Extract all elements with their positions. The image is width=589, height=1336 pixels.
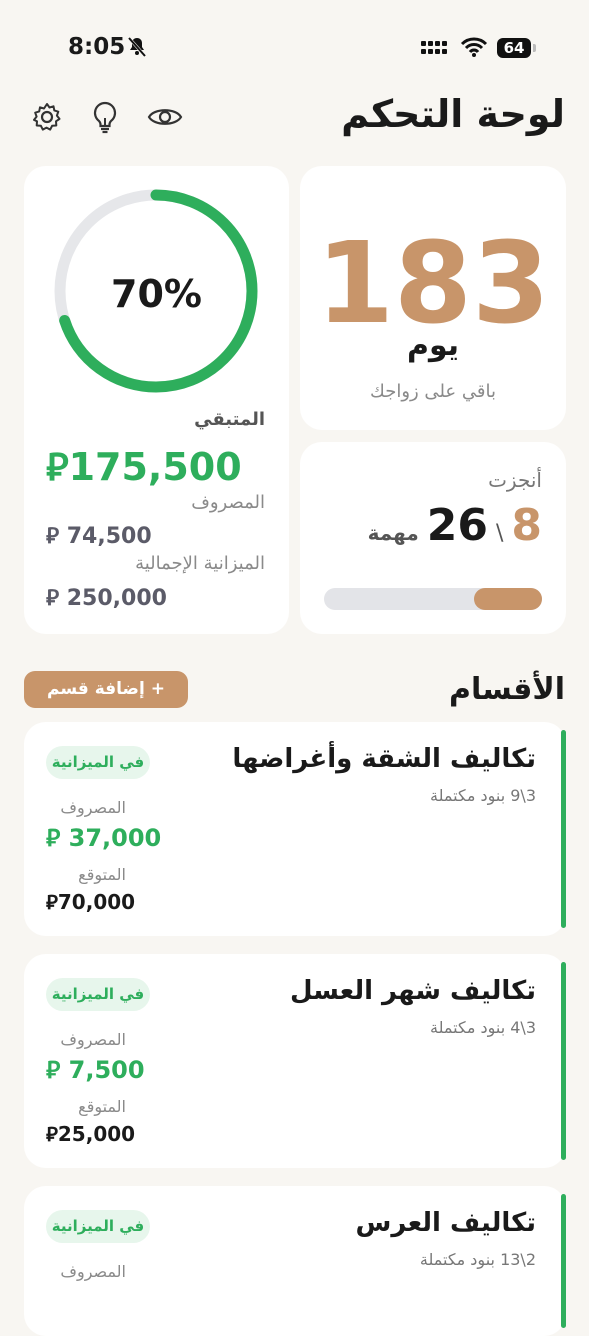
riyal-icon: ⃁ (46, 890, 58, 914)
remaining-label: المتبقي (194, 409, 265, 430)
tasks-done: 8 (511, 500, 542, 551)
riyal-icon: ⃁ (46, 1122, 58, 1146)
bell-muted-icon (126, 36, 148, 62)
days-card: 183 يوم باقي على زواجك (300, 166, 566, 430)
budget-card: 70% المتبقي ⃁175,500 المصروف ⃁ 74,500 ال… (24, 166, 289, 634)
category-progress-text: 3\9 بنود مكتملة (430, 786, 536, 805)
battery-icon: 64 (497, 38, 531, 58)
tasks-count: مهمة 26 \ 8 (368, 500, 542, 551)
wifi-icon (460, 36, 488, 62)
expected-value: ⃁70,000 (46, 890, 136, 914)
spent-label: المصروف (60, 1262, 126, 1281)
tasks-unit: مهمة (367, 521, 419, 545)
category-name: تكاليف العرس (355, 1208, 536, 1238)
remaining-value: ⃁175,500 (46, 445, 242, 489)
riyal-icon: ⃁ (46, 824, 69, 852)
battery-cap (533, 44, 536, 52)
budget-percent: 70% (111, 272, 202, 316)
tasks-total: 26 (426, 500, 488, 551)
eye-icon[interactable] (146, 100, 184, 134)
expected-value: ⃁25,000 (46, 1122, 136, 1146)
tasks-progress-bar (324, 588, 542, 610)
spent-label: المصروف (60, 1030, 126, 1049)
category-progress-text: 2\13 بنود مكتملة (419, 1250, 536, 1269)
status-badge: في الميزانية (46, 1210, 150, 1243)
status-time: 8:05 (68, 34, 126, 60)
sections-title: الأقسام (448, 672, 565, 707)
spent-value: ⃁ 74,500 (46, 524, 152, 549)
page-title: لوحة التحكم (341, 92, 565, 136)
category-name: تكاليف شهر العسل (289, 976, 536, 1006)
category-card[interactable]: تكاليف شهر العسل 3\4 بنود مكتملة في المي… (24, 954, 566, 1168)
tasks-done-label: أنجزت (488, 468, 542, 492)
category-accent-bar (561, 962, 566, 1160)
expected-label: المتوقع (78, 865, 126, 884)
total-budget-label: الميزانية الإجمالية (135, 553, 265, 574)
lightbulb-icon[interactable] (88, 100, 122, 134)
riyal-icon: ⃁ (46, 586, 67, 611)
category-accent-bar (561, 730, 566, 928)
cellular-signal-icon (420, 38, 450, 62)
spent-value: ⃁ 37,000 (46, 824, 162, 852)
riyal-icon: ⃁ (46, 524, 67, 549)
days-number: 183 (316, 219, 550, 349)
tasks-progress-fill (474, 588, 542, 610)
riyal-icon: ⃁ (46, 1056, 69, 1084)
spent-label: المصروف (191, 492, 265, 513)
status-badge: في الميزانية (46, 746, 150, 779)
category-card[interactable]: تكاليف العرس 2\13 بنود مكتملة في الميزان… (24, 1186, 566, 1336)
category-card[interactable]: تكاليف الشقة وأغراضها 3\9 بنود مكتملة في… (24, 722, 566, 936)
riyal-icon: ⃁ (46, 445, 69, 489)
tasks-separator: \ (495, 521, 504, 546)
total-budget-value: ⃁ 250,000 (46, 586, 167, 611)
spent-value: ⃁ 7,500 (46, 1056, 145, 1084)
expected-label: المتوقع (78, 1097, 126, 1116)
add-section-button[interactable]: + إضافة قسم (24, 671, 188, 708)
spent-label: المصروف (60, 798, 126, 817)
category-name: تكاليف الشقة وأغراضها (232, 744, 536, 774)
gear-icon[interactable] (30, 100, 64, 134)
category-progress-text: 3\4 بنود مكتملة (430, 1018, 536, 1037)
days-subtitle: باقي على زواجك (370, 381, 496, 402)
days-unit: يوم (406, 328, 460, 363)
status-badge: في الميزانية (46, 978, 150, 1011)
category-accent-bar (561, 1194, 566, 1328)
